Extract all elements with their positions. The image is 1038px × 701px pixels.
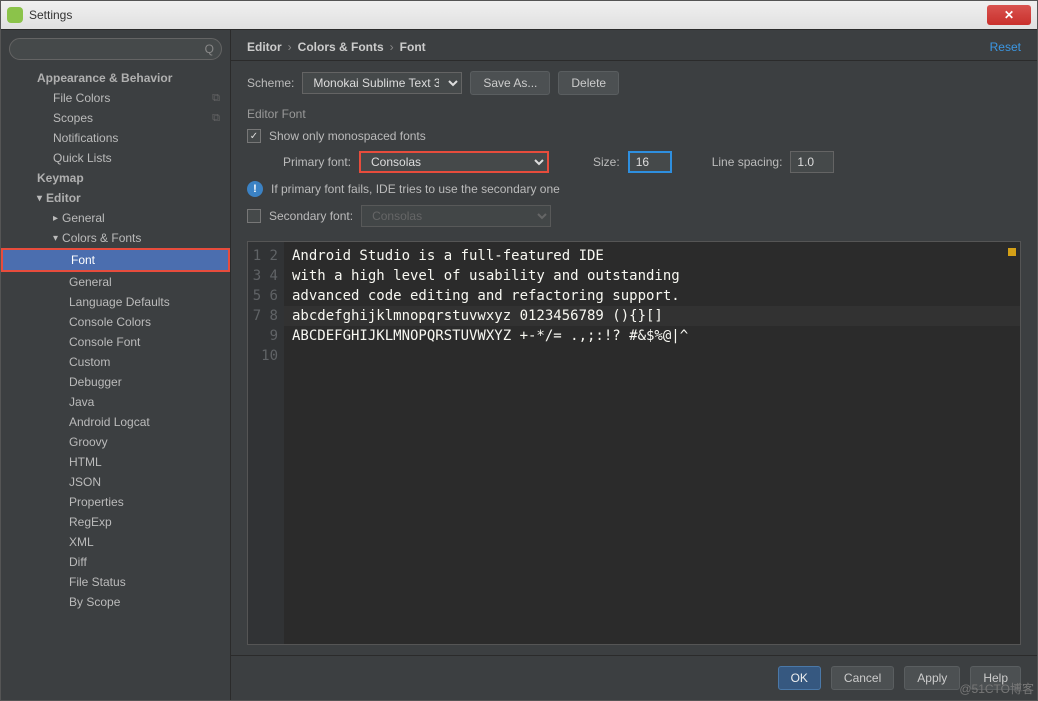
sidebar-item-label: Console Colors: [69, 315, 151, 329]
sidebar-item-label: Notifications: [53, 131, 118, 145]
watermark: @51CTO博客: [959, 680, 1034, 697]
sidebar-item-file-colors[interactable]: File Colors ⧉: [1, 88, 230, 108]
sidebar-item-label: Android Logcat: [69, 415, 150, 429]
sidebar-item-groovy[interactable]: Groovy: [1, 432, 230, 452]
sidebar-item-label: By Scope: [69, 595, 120, 609]
close-icon: ✕: [1004, 8, 1014, 22]
window-title: Settings: [29, 8, 72, 22]
sidebar-item-xml[interactable]: XML: [1, 532, 230, 552]
apply-button[interactable]: Apply: [904, 666, 960, 690]
sidebar-item-language-defaults[interactable]: Language Defaults: [1, 292, 230, 312]
search-icon: Q: [205, 42, 214, 56]
sidebar-item-general[interactable]: General: [1, 272, 230, 292]
reset-link[interactable]: Reset: [990, 40, 1021, 54]
scope-icon: ⧉: [212, 112, 220, 125]
sidebar-item-custom[interactable]: Custom: [1, 352, 230, 372]
sidebar-item-by-scope[interactable]: By Scope: [1, 592, 230, 612]
scope-icon: ⧉: [212, 92, 220, 105]
sidebar-item-debugger[interactable]: Debugger: [1, 372, 230, 392]
font-preview[interactable]: 1 2 3 4 5 6 7 8 9 10 Android Studio is a…: [247, 241, 1021, 645]
sidebar-item-diff[interactable]: Diff: [1, 552, 230, 572]
code-area[interactable]: Android Studio is a full-featured IDEwit…: [284, 242, 1020, 644]
info-text: If primary font fails, IDE tries to use …: [271, 182, 560, 196]
sidebar-item-label: File Colors: [53, 91, 110, 105]
secondary-font-checkbox[interactable]: ✓: [247, 209, 261, 223]
sidebar-item-label: File Status: [69, 575, 126, 589]
sidebar-item-java[interactable]: Java: [1, 392, 230, 412]
sidebar-item-label: Java: [69, 395, 94, 409]
sidebar-item-label: Scopes: [53, 111, 93, 125]
sidebar-item-label: Editor: [46, 191, 81, 205]
sidebar-item-label: Diff: [69, 555, 87, 569]
secondary-font-select: Consolas: [361, 205, 551, 227]
line-spacing-input[interactable]: [790, 151, 834, 173]
delete-button[interactable]: Delete: [558, 71, 619, 95]
line-spacing-label: Line spacing:: [712, 155, 783, 169]
chevron-icon: ▸: [53, 213, 58, 224]
dialog-buttons: OK Cancel Apply Help: [231, 655, 1037, 700]
sidebar-item-json[interactable]: JSON: [1, 472, 230, 492]
secondary-font-label: Secondary font:: [269, 209, 353, 223]
size-input[interactable]: [628, 151, 672, 173]
sidebar-item-label: Properties: [69, 495, 124, 509]
sidebar-item-label: Language Defaults: [69, 295, 170, 309]
sidebar-item-regexp[interactable]: RegExp: [1, 512, 230, 532]
settings-tree[interactable]: Appearance & Behavior File Colors ⧉ Scopes ⧉…: [1, 68, 230, 700]
ok-button[interactable]: OK: [778, 666, 821, 690]
sidebar-item-scopes[interactable]: Scopes ⧉: [1, 108, 230, 128]
scheme-select[interactable]: Monokai Sublime Text 3: [302, 72, 462, 94]
cancel-button[interactable]: Cancel: [831, 666, 894, 690]
sidebar-item-file-status[interactable]: File Status: [1, 572, 230, 592]
sidebar-item-properties[interactable]: Properties: [1, 492, 230, 512]
primary-font-select[interactable]: Consolas: [359, 151, 549, 173]
save-as-button[interactable]: Save As...: [470, 71, 550, 95]
gutter: 1 2 3 4 5 6 7 8 9 10: [248, 242, 284, 644]
titlebar: Settings ✕: [1, 1, 1037, 29]
sidebar-item-general[interactable]: ▸ General: [1, 208, 230, 228]
size-label: Size:: [593, 155, 620, 169]
sidebar-item-console-font[interactable]: Console Font: [1, 332, 230, 352]
sidebar-item-label: HTML: [69, 455, 102, 469]
settings-sidebar: Q Appearance & BehaviorFile Colors⧉Scope…: [1, 30, 231, 700]
sidebar-item-label: Font: [71, 253, 95, 267]
sidebar-item-html[interactable]: HTML: [1, 452, 230, 472]
sidebar-item-label: JSON: [69, 475, 101, 489]
sidebar-item-label: Colors & Fonts: [62, 231, 141, 245]
sidebar-item-label: Keymap: [37, 171, 84, 185]
chevron-icon: ▾: [53, 233, 58, 244]
main-panel: Editor › Colors & Fonts › Font Reset Sch…: [231, 30, 1037, 700]
info-icon: !: [247, 181, 263, 197]
window-close-button[interactable]: ✕: [987, 5, 1031, 25]
sidebar-item-label: Debugger: [69, 375, 122, 389]
sidebar-item-label: Groovy: [69, 435, 108, 449]
show-monospaced-label: Show only monospaced fonts: [269, 129, 426, 143]
sidebar-item-font[interactable]: Font: [1, 248, 230, 272]
sidebar-item-label: Quick Lists: [53, 151, 112, 165]
sidebar-item-editor[interactable]: ▾ Editor: [1, 188, 230, 208]
sidebar-item-android-logcat[interactable]: Android Logcat: [1, 412, 230, 432]
sidebar-item-label: Appearance & Behavior: [37, 71, 172, 85]
sidebar-item-quick-lists[interactable]: Quick Lists: [1, 148, 230, 168]
sidebar-item-notifications[interactable]: Notifications: [1, 128, 230, 148]
sidebar-item-label: RegExp: [69, 515, 112, 529]
show-monospaced-checkbox[interactable]: ✓: [247, 129, 261, 143]
breadcrumb: Editor › Colors & Fonts › Font Reset: [231, 30, 1037, 61]
app-icon: [7, 7, 23, 23]
sidebar-item-appearance-behavior[interactable]: Appearance & Behavior: [1, 68, 230, 88]
sidebar-item-console-colors[interactable]: Console Colors: [1, 312, 230, 332]
sidebar-item-label: XML: [69, 535, 94, 549]
editor-font-legend: Editor Font: [247, 107, 1021, 121]
search-input[interactable]: [9, 38, 222, 60]
sidebar-item-label: General: [62, 211, 105, 225]
sidebar-item-colors-fonts[interactable]: ▾ Colors & Fonts: [1, 228, 230, 248]
scheme-label: Scheme:: [247, 76, 294, 90]
sidebar-item-label: Custom: [69, 355, 110, 369]
sidebar-item-label: Console Font: [69, 335, 140, 349]
chevron-icon: ▾: [37, 193, 42, 204]
sidebar-item-label: General: [69, 275, 112, 289]
sidebar-item-keymap[interactable]: Keymap: [1, 168, 230, 188]
primary-font-label: Primary font:: [283, 155, 351, 169]
